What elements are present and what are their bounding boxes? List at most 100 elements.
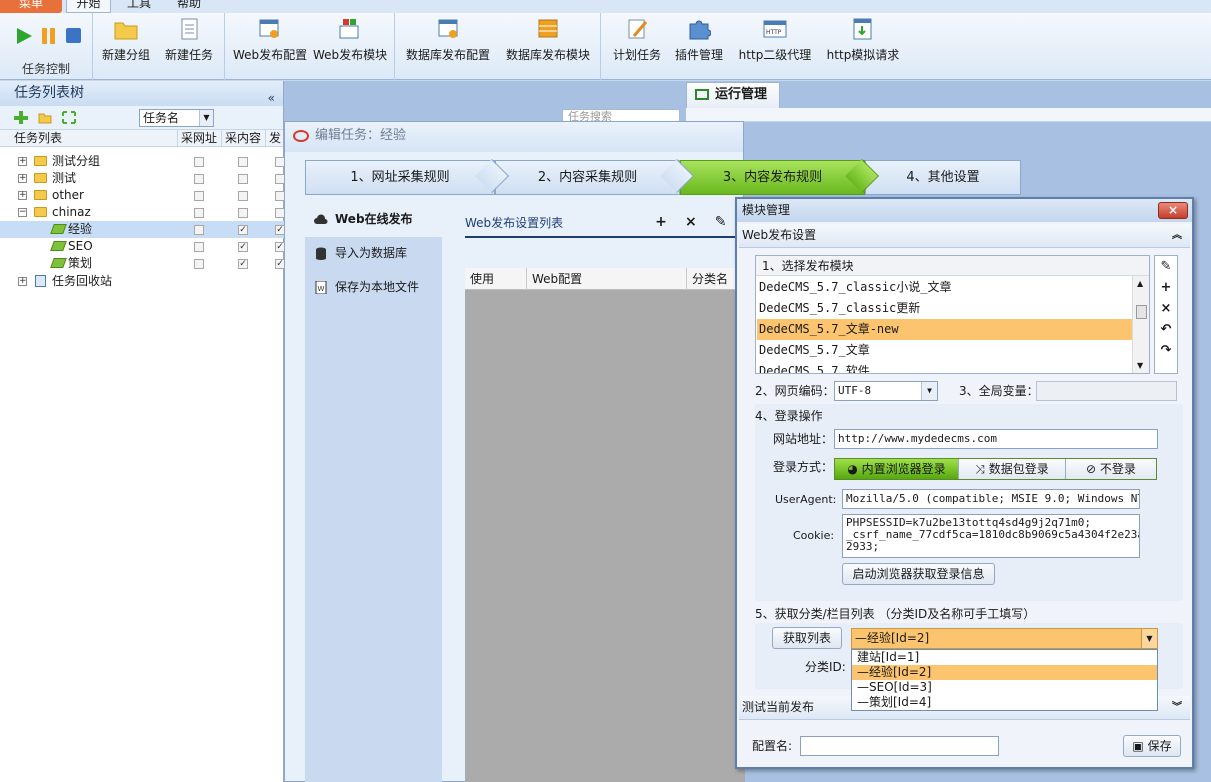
tree-node[interactable]: 策划 ✓ ✓ — [0, 255, 285, 272]
tab-publish-rules[interactable]: 3、内容发布规则 — [680, 159, 879, 195]
encoding-select[interactable]: UTF-8 ▼ — [834, 381, 938, 401]
chevron-up-icon[interactable]: ︽ — [1172, 224, 1182, 247]
scroll-up-icon[interactable]: ▲ — [1137, 279, 1143, 288]
close-button[interactable]: × — [1158, 202, 1188, 219]
login-mode-builtin-browser[interactable]: ◕ 内置浏览器登录 — [835, 459, 959, 479]
vertical-scrollbar[interactable]: ▲ ▼ — [1132, 276, 1149, 373]
folder-icon[interactable] — [38, 111, 52, 124]
col-use[interactable]: 使用 — [465, 268, 527, 290]
checkbox-collect-url[interactable] — [194, 225, 204, 235]
expand-toggle[interactable]: + — [18, 157, 27, 166]
tree-node-selected[interactable]: 经验 ✓ ✓ — [0, 221, 285, 238]
col-task-list[interactable]: 任务列表 — [0, 130, 178, 147]
delete-icon[interactable]: × — [1155, 298, 1177, 319]
pause-icon[interactable] — [40, 27, 58, 45]
save-button[interactable]: ▣ 保存 — [1123, 735, 1181, 757]
edit-icon[interactable]: ✎ — [1155, 256, 1177, 277]
login-mode-packet[interactable]: ⤨ 数据包登录 — [959, 459, 1066, 479]
fetch-list-button[interactable]: 获取列表 — [772, 627, 842, 649]
global-var-field[interactable] — [1036, 381, 1177, 401]
expand-toggle[interactable]: + — [18, 174, 27, 183]
dropdown-option[interactable]: 建站[Id=1] — [852, 650, 1157, 665]
delete-icon[interactable]: × — [683, 214, 699, 230]
tree-node[interactable]: + 测试分组 — [0, 153, 285, 170]
config-name-input[interactable] — [800, 736, 999, 756]
list-item-selected[interactable]: DedeCMS_5.7_文章-new — [757, 319, 1132, 340]
expand-toggle[interactable]: + — [18, 191, 27, 200]
tab-run-management[interactable]: 运行管理 — [686, 82, 780, 108]
tab-file[interactable]: 菜单 — [0, 0, 62, 13]
list-item[interactable]: DedeCMS_5.7_classic更新 — [757, 298, 1132, 319]
scheduled-task-button[interactable]: 计划任务 — [611, 18, 663, 68]
checkbox-collect-content[interactable] — [238, 191, 248, 201]
tree-node-recycle-bin[interactable]: + 任务回收站 — [0, 273, 284, 290]
checkbox-collect-content[interactable] — [238, 208, 248, 218]
tab-url-rules[interactable]: 1、网址采集规则 — [305, 159, 509, 195]
add-icon[interactable]: + — [1155, 277, 1177, 298]
chevron-down-icon[interactable]: ︾ — [1172, 696, 1182, 719]
col-collect-url[interactable]: 采网址 — [178, 130, 222, 147]
side-web-publish[interactable]: Web在线发布 — [305, 203, 442, 237]
checkbox-collect-url[interactable] — [194, 259, 204, 269]
col-web-config[interactable]: Web配置 — [527, 268, 687, 290]
undo-icon[interactable]: ↶ — [1155, 319, 1177, 340]
tab-content-rules[interactable]: 2、内容采集规则 — [495, 159, 694, 195]
new-task-button[interactable]: 新建任务 — [163, 18, 215, 68]
tab-tools[interactable]: 工具 — [118, 0, 160, 13]
col-publish[interactable]: 发布 — [266, 130, 284, 147]
dropdown-option[interactable]: —策划[Id=4] — [852, 695, 1157, 710]
add-icon[interactable] — [14, 111, 28, 124]
db-publish-module-button[interactable]: 数据库发布模块 — [503, 18, 593, 68]
list-item[interactable]: DedeCMS_5.7_文章 — [757, 340, 1132, 361]
add-icon[interactable]: + — [653, 214, 669, 230]
db-publish-config-button[interactable]: 数据库发布配置 — [403, 18, 493, 68]
dropdown-option-selected[interactable]: —经验[Id=2] — [852, 665, 1157, 680]
web-publish-module-button[interactable]: Web发布模块 — [313, 18, 387, 68]
web-publish-config-button[interactable]: Web发布配置 — [233, 18, 307, 68]
tree-node[interactable]: − chinaz — [0, 204, 285, 221]
side-save-local[interactable]: W 保存为本地文件 — [305, 271, 442, 305]
cookie-textarea[interactable]: PHPSESSID=k7u2be13tottq4sd4g9j2q71m0; _c… — [842, 514, 1140, 558]
http-proxy-button[interactable]: HTTP http二级代理 — [735, 18, 815, 68]
checkbox-collect-content[interactable]: ✓ — [238, 259, 248, 269]
new-group-button[interactable]: 新建分组 — [101, 18, 151, 68]
checkbox-collect-url[interactable] — [194, 242, 204, 252]
chevron-down-icon[interactable]: ▼ — [921, 382, 937, 400]
list-item[interactable]: DedeCMS_5.7_软件 — [757, 361, 1132, 373]
tree-node[interactable]: + other — [0, 187, 285, 204]
stop-icon[interactable] — [65, 27, 83, 45]
checkbox-collect-url[interactable] — [194, 208, 204, 218]
search-field-combo[interactable]: 任务名 ▼ — [139, 109, 214, 127]
tab-other-settings[interactable]: 4、其他设置 — [865, 160, 1021, 195]
checkbox-collect-url[interactable] — [194, 174, 204, 184]
checkbox-collect-url[interactable] — [194, 157, 204, 167]
checkbox-collect-content[interactable]: ✓ — [238, 225, 248, 235]
plugin-manager-button[interactable]: 插件管理 — [673, 18, 725, 68]
expand-toggle[interactable]: + — [18, 277, 27, 286]
login-mode-none[interactable]: ⊘ 不登录 — [1066, 459, 1156, 479]
scroll-thumb[interactable] — [1136, 305, 1147, 319]
play-icon[interactable] — [15, 27, 33, 45]
useragent-input[interactable]: Mozilla/5.0 (compatible; MSIE 9.0; Windo… — [842, 489, 1140, 509]
checkbox-collect-content[interactable] — [238, 157, 248, 167]
expand-icon[interactable] — [62, 111, 76, 124]
checkbox-collect-content[interactable] — [238, 174, 248, 184]
launch-browser-button[interactable]: 启动浏览器获取登录信息 — [842, 563, 995, 585]
chevron-down-icon[interactable]: ▼ — [1141, 629, 1157, 648]
list-item[interactable]: DedeCMS_5.7_classic小说_文章 — [757, 277, 1132, 298]
tree-node[interactable]: + 测试 — [0, 170, 285, 187]
tree-node[interactable]: SEO ✓ ✓ — [0, 238, 285, 255]
section-web-publish[interactable]: Web发布设置 ︽ — [739, 224, 1190, 248]
tab-start[interactable]: 开始 — [66, 0, 111, 13]
scroll-down-icon[interactable]: ▼ — [1137, 361, 1143, 370]
collapse-toggle[interactable]: − — [18, 208, 27, 217]
redo-icon[interactable]: ↷ — [1155, 340, 1177, 361]
chevron-down-icon[interactable]: ▼ — [199, 110, 213, 126]
checkbox-collect-url[interactable] — [194, 191, 204, 201]
category-select[interactable]: —经验[Id=2] ▼ — [851, 628, 1158, 649]
edit-icon[interactable]: ✎ — [713, 214, 729, 230]
site-url-input[interactable]: http://www.mydedecms.com — [834, 429, 1158, 449]
http-simulate-button[interactable]: http模拟请求 — [823, 18, 903, 68]
side-import-db[interactable]: 导入为数据库 — [305, 237, 442, 271]
dropdown-option[interactable]: —SEO[Id=3] — [852, 680, 1157, 695]
